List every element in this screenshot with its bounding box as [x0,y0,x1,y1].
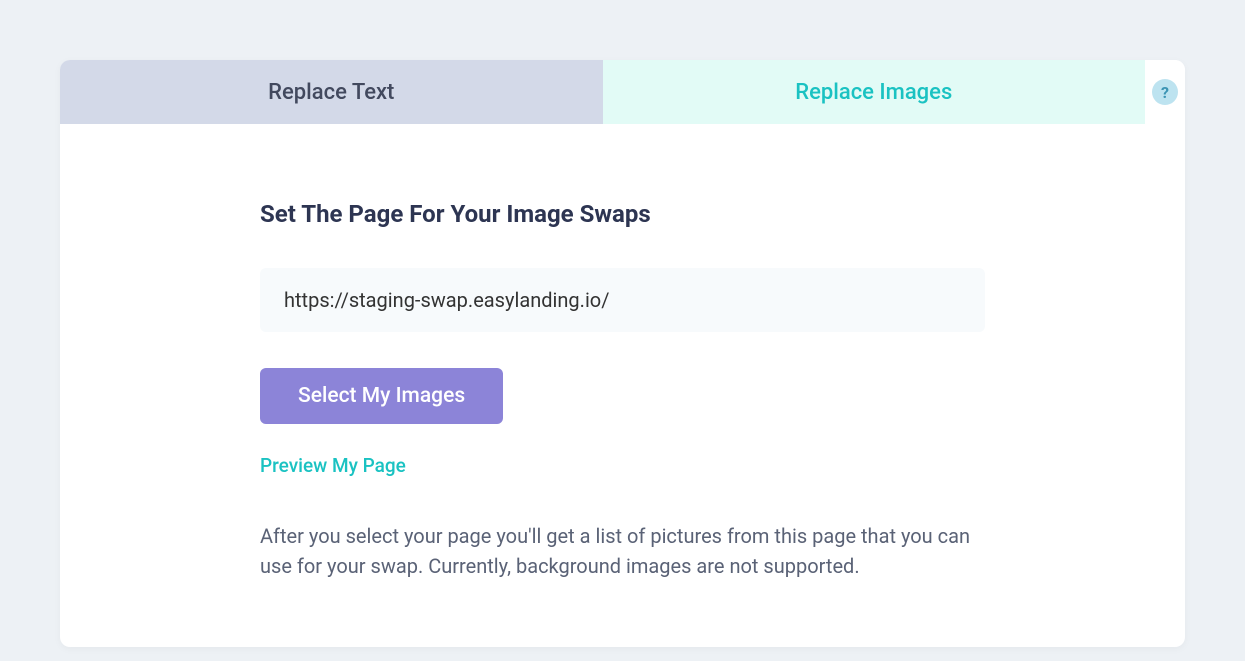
tab-replace-text-label: Replace Text [268,80,394,105]
section-heading: Set The Page For Your Image Swaps [260,200,985,228]
help-icon-label: ? [1161,83,1169,102]
select-images-button[interactable]: Select My Images [260,368,503,424]
main-card: Replace Text Replace Images ? Set The Pa… [60,60,1185,647]
preview-page-link[interactable]: Preview My Page [260,454,985,477]
url-input[interactable] [260,268,985,332]
tab-replace-images-label: Replace Images [795,80,952,105]
content-area: Set The Page For Your Image Swaps Select… [60,124,1185,647]
help-icon[interactable]: ? [1152,79,1178,105]
helper-text: After you select your page you'll get a … [260,521,980,581]
help-tab: ? [1145,60,1185,124]
tabs-bar: Replace Text Replace Images ? [60,60,1185,124]
tab-replace-images[interactable]: Replace Images [603,60,1146,124]
tab-replace-text[interactable]: Replace Text [60,60,603,124]
